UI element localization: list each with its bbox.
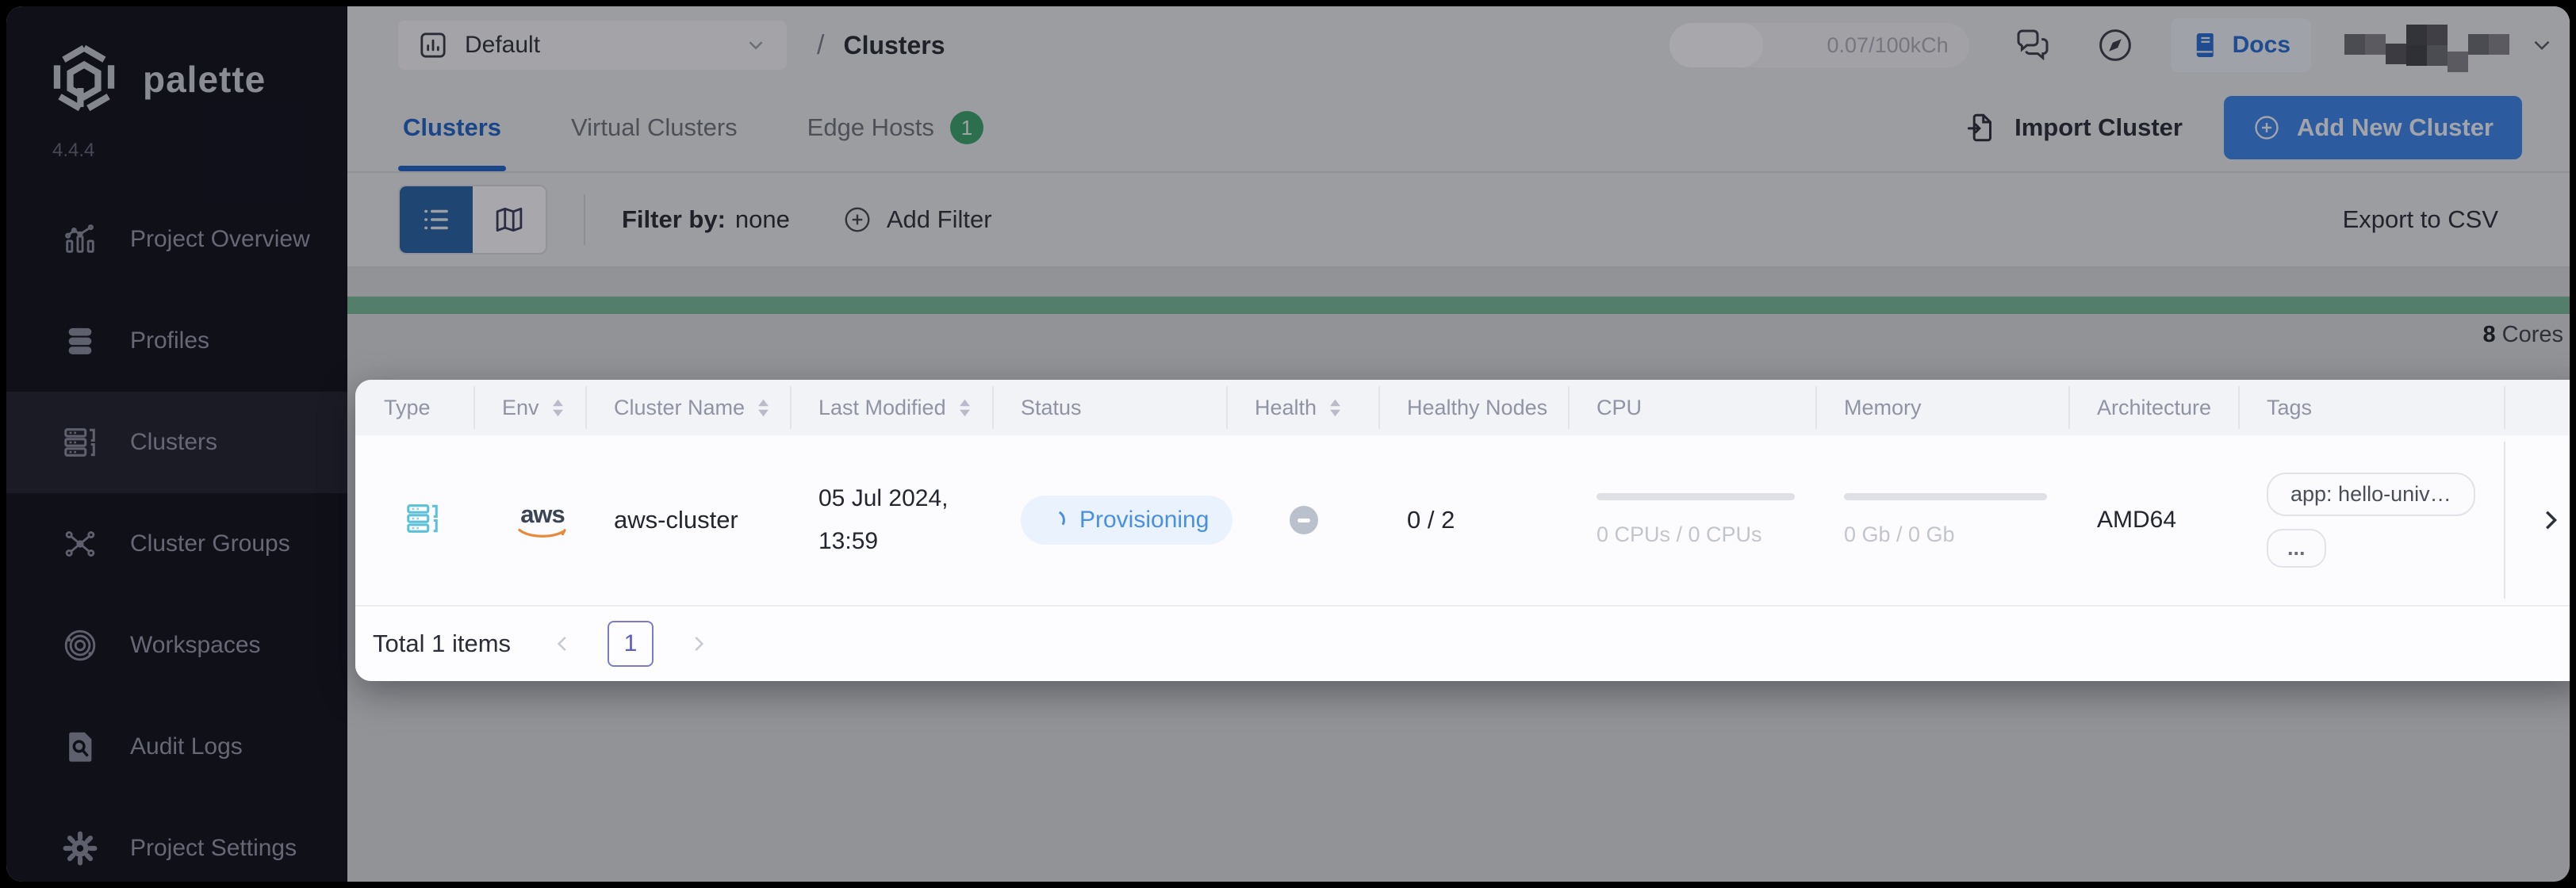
- cell-actions: [2504, 435, 2570, 605]
- column-header-healthy-nodes[interactable]: Healthy Nodes: [1378, 380, 1568, 435]
- cell-last-modified: 05 Jul 2024, 13:59: [818, 485, 949, 554]
- cell-health: [1226, 435, 1378, 605]
- column-header-health[interactable]: Health: [1226, 380, 1378, 435]
- cell-env: aws: [473, 435, 585, 605]
- cell-cluster-name[interactable]: aws-cluster: [585, 435, 790, 605]
- total-items-label: Total 1 items: [373, 630, 512, 657]
- app-window: palette 4.4.4 Project Overview Profiles …: [6, 6, 2570, 882]
- aws-logo: aws: [518, 502, 567, 539]
- status-badge: Provisioning: [1021, 496, 1233, 545]
- cell-healthy-nodes: 0 / 2: [1407, 506, 1455, 534]
- column-header-status[interactable]: Status: [992, 380, 1226, 435]
- column-header-cpu[interactable]: CPU: [1568, 380, 1815, 435]
- sort-icon[interactable]: [757, 399, 769, 417]
- spinner-icon: [1042, 507, 1068, 533]
- clusters-table-card: Type Env Cluster Name Last Modified Stat…: [355, 380, 2570, 681]
- pagination-next-icon[interactable]: [687, 632, 711, 656]
- cell-type: [355, 435, 473, 605]
- chevron-right-icon[interactable]: [2536, 505, 2566, 535]
- column-header-cluster-name[interactable]: Cluster Name: [585, 380, 790, 435]
- column-header-tags[interactable]: Tags: [2238, 380, 2504, 435]
- cell-tags: app: hello-univ… ...: [2238, 435, 2504, 605]
- more-tags-chip[interactable]: ...: [2267, 528, 2326, 568]
- pagination-bar: Total 1 items 1: [355, 605, 2570, 681]
- column-header-architecture[interactable]: Architecture: [2068, 380, 2238, 435]
- cell-architecture: AMD64: [2097, 507, 2177, 533]
- sort-icon[interactable]: [959, 399, 971, 417]
- memory-usage-bar: [1844, 493, 2047, 500]
- pagination-prev-icon[interactable]: [550, 632, 574, 656]
- sort-icon[interactable]: [552, 399, 564, 417]
- table-header-row: Type Env Cluster Name Last Modified Stat…: [355, 380, 2570, 435]
- cell-status: Provisioning: [992, 435, 1233, 605]
- health-none-icon: [1290, 506, 1318, 534]
- page-number-button[interactable]: 1: [608, 621, 654, 667]
- cpu-usage-bar: [1597, 493, 1795, 500]
- column-header-env[interactable]: Env: [473, 380, 585, 435]
- cell-cpu: 0 CPUs / 0 CPUs: [1568, 435, 1815, 605]
- column-header-last-modified[interactable]: Last Modified: [790, 380, 992, 435]
- cluster-type-icon: [404, 500, 441, 541]
- cell-memory: 0 Gb / 0 Gb: [1815, 435, 2068, 605]
- column-header-memory[interactable]: Memory: [1815, 380, 2068, 435]
- column-header-actions: [2504, 380, 2570, 435]
- sort-icon[interactable]: [1329, 399, 1341, 417]
- column-header-type[interactable]: Type: [355, 380, 473, 435]
- table-row[interactable]: aws aws-cluster 05 Jul 2024, 13:59 Provi…: [355, 435, 2570, 605]
- tag-chip[interactable]: app: hello-univ…: [2267, 472, 2475, 516]
